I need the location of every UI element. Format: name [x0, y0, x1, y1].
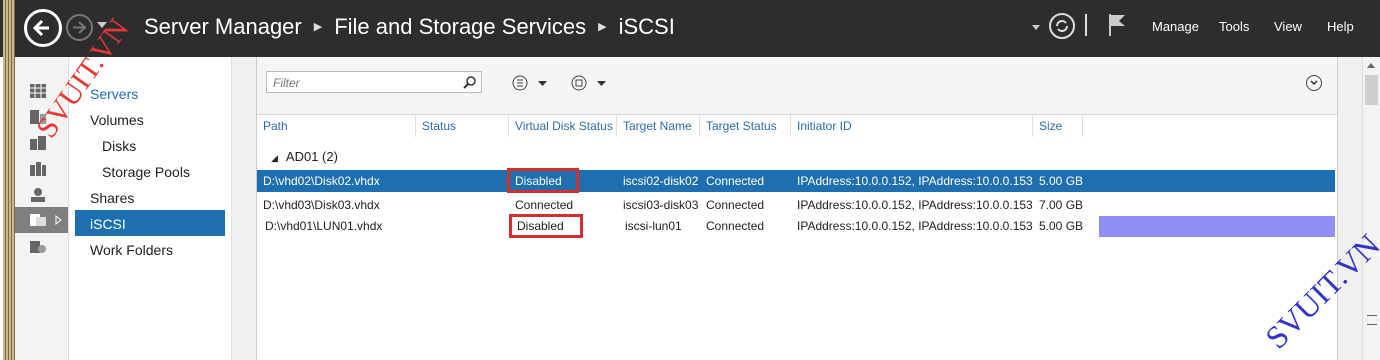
- column-target-name[interactable]: Target Name: [623, 119, 692, 133]
- column-path[interactable]: Path: [263, 119, 288, 133]
- back-button[interactable]: [24, 9, 62, 47]
- decorative-strip: [3, 0, 15, 360]
- cell-initiator-id: IPAddress:10.0.0.152, IPAddress:10.0.0.1…: [797, 198, 1033, 212]
- menu-help[interactable]: Help: [1327, 19, 1354, 34]
- menu-tools[interactable]: Tools: [1219, 19, 1249, 34]
- scroll-thumb[interactable]: [1365, 75, 1378, 105]
- cell-initiator-id: IPAddress:10.0.0.152, IPAddress:10.0.0.1…: [797, 219, 1033, 233]
- nav-item-volumes[interactable]: Volumes: [90, 112, 144, 128]
- search-icon[interactable]: [463, 75, 477, 89]
- breadcrumb-separator-icon: ▶: [598, 21, 607, 33]
- dashboard-icon[interactable]: [29, 83, 47, 99]
- group-header[interactable]: ◢ AD01 (2): [271, 149, 338, 164]
- file-storage-icon: [30, 214, 46, 226]
- collapse-triangle-icon[interactable]: ◢: [271, 153, 278, 163]
- forward-button[interactable]: [66, 14, 93, 41]
- group-label: AD01 (2): [285, 149, 338, 164]
- panel-toolbar: [257, 57, 1337, 115]
- refresh-icon[interactable]: [1049, 13, 1075, 39]
- nav-item-work-folders[interactable]: Work Folders: [90, 242, 173, 258]
- column-divider[interactable]: [790, 115, 791, 137]
- nav-item-storage-pools[interactable]: Storage Pools: [102, 164, 190, 180]
- back-arrow-icon: [32, 19, 49, 37]
- menu-manage[interactable]: Manage: [1152, 19, 1199, 34]
- cell-path: D:\vhd02\Disk02.vhdx: [263, 174, 380, 188]
- menu-view[interactable]: View: [1274, 19, 1302, 34]
- breadcrumb-iscsi[interactable]: iSCSI: [619, 14, 675, 39]
- cell-target-status: Connected: [706, 219, 765, 233]
- cell-target-name: iscsi03-disk03: [623, 198, 699, 212]
- cell-size: 5.00 GB: [1039, 219, 1084, 233]
- column-target-status[interactable]: Target Status: [706, 119, 777, 133]
- iscsi-panel: Path Status Virtual Disk Status Target N…: [256, 57, 1338, 360]
- cell-virtual-disk-status: Connected: [515, 198, 574, 212]
- list-view-options-icon[interactable]: [512, 75, 552, 91]
- column-size[interactable]: Size: [1039, 119, 1062, 133]
- collapse-chevron-icon[interactable]: [1306, 75, 1322, 91]
- title-bar: Server Manager ▶ File and Storage Services…: [0, 0, 1380, 57]
- scroll-up-icon[interactable]: [1367, 63, 1375, 68]
- breadcrumb: Server Manager ▶ File and Storage Services…: [144, 14, 675, 40]
- column-status[interactable]: Status: [422, 119, 456, 133]
- ad-ds-icon[interactable]: [29, 187, 47, 203]
- save-query-icon[interactable]: [571, 75, 611, 91]
- highlight-bar: [1099, 216, 1335, 237]
- column-divider[interactable]: [415, 115, 416, 137]
- table-row[interactable]: D:\vhd02\Disk02.vhdx Disabled iscsi02-di…: [257, 170, 1335, 192]
- column-divider[interactable]: [1032, 115, 1033, 137]
- column-divider[interactable]: [508, 115, 509, 137]
- table-row[interactable]: D:\vhd03\Disk03.vhdx Connected iscsi03-d…: [257, 194, 1335, 216]
- vertical-scrollbar[interactable]: [1362, 57, 1380, 360]
- table-header: Path Status Virtual Disk Status Target N…: [257, 115, 1337, 137]
- filter-input[interactable]: [271, 74, 455, 92]
- filter-box[interactable]: [266, 71, 482, 93]
- all-servers-icon[interactable]: [29, 135, 47, 151]
- nav-item-disks[interactable]: Disks: [102, 138, 136, 154]
- notification-flag-icon[interactable]: [1107, 12, 1127, 38]
- forward-arrow-icon: [73, 21, 87, 34]
- cell-target-name: iscsi02-disk02: [623, 174, 699, 188]
- breadcrumb-server-manager[interactable]: Server Manager: [144, 14, 302, 39]
- cell-size: 7.00 GB: [1039, 198, 1084, 212]
- cell-target-status: Connected: [706, 198, 765, 212]
- expand-arrow-icon: [55, 215, 62, 225]
- gripper-icon: [1367, 315, 1377, 325]
- server-group-icon[interactable]: [29, 161, 47, 177]
- cell-path: D:\vhd03\Disk03.vhdx: [263, 198, 380, 212]
- cell-path: D:\vhd01\LUN01.vhdx: [265, 219, 383, 233]
- column-divider[interactable]: [699, 115, 700, 137]
- file-storage-active-icon[interactable]: [15, 207, 68, 233]
- cell-initiator-id: IPAddress:10.0.0.152, IPAddress:10.0.0.1…: [797, 174, 1033, 188]
- breadcrumb-separator-icon: ▶: [313, 21, 323, 33]
- nav-item-shares[interactable]: Shares: [90, 190, 134, 206]
- cell-size: 5.00 GB: [1039, 174, 1084, 188]
- column-virtual-disk-status[interactable]: Virtual Disk Status: [515, 119, 613, 133]
- cell-target-status: Connected: [706, 174, 765, 188]
- highlight-box: [509, 214, 583, 238]
- cell-target-name: iscsi-lun01: [625, 219, 682, 233]
- highlight-box: [507, 168, 579, 193]
- column-divider[interactable]: [616, 115, 617, 137]
- dropdown-icon[interactable]: [1032, 25, 1040, 30]
- separator: [1085, 14, 1087, 36]
- navigation-pane: Servers Volumes Disks Storage Pools Shar…: [69, 57, 232, 360]
- breadcrumb-file-storage[interactable]: File and Storage Services: [334, 14, 586, 39]
- nav-item-iscsi[interactable]: iSCSI: [90, 216, 126, 232]
- column-initiator-id[interactable]: Initiator ID: [797, 119, 852, 133]
- nav-item-servers[interactable]: Servers: [90, 86, 138, 102]
- column-divider[interactable]: [1082, 115, 1083, 137]
- iis-icon[interactable]: [29, 239, 47, 255]
